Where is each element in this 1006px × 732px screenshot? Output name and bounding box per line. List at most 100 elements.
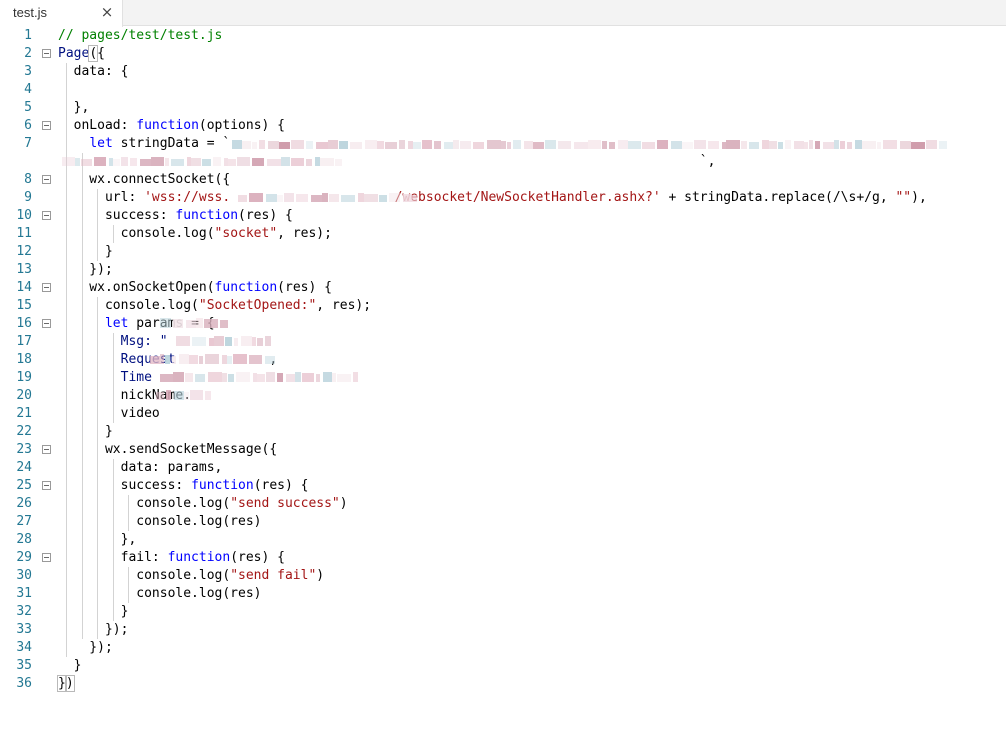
code-line[interactable]: 13 }); [0, 261, 1006, 279]
line-number: 30 [16, 568, 32, 583]
code-line[interactable]: 12 } [0, 243, 1006, 261]
redacted-region [176, 336, 271, 346]
code-text: data: { [58, 63, 129, 81]
code-token: function [136, 118, 199, 133]
fold-toggle-icon[interactable] [42, 553, 51, 562]
code-token: (res) { [253, 478, 309, 493]
code-line[interactable]: 25 success: function(res) { [0, 477, 1006, 495]
tab-title[interactable]: test.js [13, 5, 47, 20]
code-token: wx.connectSocket({ [58, 172, 231, 187]
code-line[interactable]: 36}) [0, 675, 1006, 693]
code-token: "send success" [230, 496, 340, 511]
code-line[interactable]: 20 nickName. [0, 387, 1006, 405]
code-line[interactable]: 6 onLoad: function(options) { [0, 117, 1006, 135]
tab-bar: test.js × [0, 0, 1006, 27]
code-line[interactable]: 8 wx.connectSocket({ [0, 171, 1006, 189]
code-text: wx.connectSocket({ [58, 171, 230, 189]
code-token: "send fail" [230, 568, 317, 583]
line-number: 2 [24, 46, 32, 61]
code-token: ), [911, 190, 927, 205]
code-line[interactable]: 21 video [0, 405, 1006, 423]
line-number: 15 [16, 298, 32, 313]
line-number: 10 [16, 208, 32, 223]
code-line[interactable]: 31 console.log(res) [0, 585, 1006, 603]
fold-toggle-icon[interactable] [42, 211, 51, 220]
indent-guide [113, 225, 114, 243]
code-token: stringData = ` [112, 136, 231, 151]
code-line[interactable]: 4 [0, 81, 1006, 99]
code-line[interactable]: 1 // pages/test/test.js [0, 27, 1006, 45]
redacted-region [150, 354, 275, 364]
code-text: let stringData = ` [58, 135, 230, 153]
line-number: 27 [16, 514, 32, 529]
line-number: 7 [24, 136, 32, 151]
line-number: 32 [16, 604, 32, 619]
fold-toggle-icon[interactable] [42, 283, 51, 292]
redacted-region [232, 140, 947, 149]
fold-toggle-icon[interactable] [42, 49, 51, 58]
close-icon[interactable]: × [100, 3, 114, 21]
code-editor[interactable]: 1// pages/test/test.js 2 Page({3 data: {4 5… [0, 27, 1006, 732]
code-line[interactable]: 28 }, [0, 531, 1006, 549]
code-line[interactable]: 9 url: 'wss://wss. /websocket/NewSocketH… [0, 189, 1006, 207]
code-text: console.log(res) [58, 585, 262, 603]
code-token: console.log( [58, 298, 199, 313]
code-text: console.log("socket", res); [58, 225, 332, 243]
code-line[interactable]: 14 wx.onSocketOpen(function(res) { [0, 279, 1006, 297]
redacted-region [160, 372, 360, 382]
code-line[interactable]: 19 Time [0, 369, 1006, 387]
code-token: console.log( [58, 496, 231, 511]
indent-guide [113, 459, 114, 621]
code-line[interactable]: 24 data: params, [0, 459, 1006, 477]
code-token: console.log(res) [58, 586, 262, 601]
code-text: wx.onSocketOpen(function(res) { [58, 279, 332, 297]
code-token: , res); [277, 226, 332, 241]
code-line[interactable]: 11 console.log("socket", res); [0, 225, 1006, 243]
fold-toggle-icon[interactable] [42, 445, 51, 454]
code-token: ) [339, 496, 348, 511]
code-token: console.log(res) [58, 514, 262, 529]
fold-toggle-icon[interactable] [42, 121, 51, 130]
code-token: let [104, 316, 129, 331]
code-line[interactable]: 26 console.log("send success") [0, 495, 1006, 513]
code-line[interactable]: 22 } [0, 423, 1006, 441]
fold-toggle-icon[interactable] [42, 481, 51, 490]
redacted-region [62, 157, 342, 166]
code-line[interactable]: 33 }); [0, 621, 1006, 639]
fold-toggle-icon[interactable] [42, 175, 51, 184]
code-line[interactable]: 29 fail: function(res) { [0, 549, 1006, 567]
code-text: } [58, 603, 129, 621]
code-token: Page [58, 46, 90, 61]
code-token: ) [64, 675, 75, 692]
line-number: 12 [16, 244, 32, 259]
code-line[interactable]: 27 console.log(res) [0, 513, 1006, 531]
code-token: function [167, 550, 231, 565]
tab-test-js[interactable]: test.js × [0, 0, 123, 27]
code-line[interactable]: 16 let params = { [0, 315, 1006, 333]
code-line[interactable]: 2 Page({ [0, 45, 1006, 63]
code-line[interactable]: 35 } [0, 657, 1006, 675]
code-line[interactable]: 5 }, [0, 99, 1006, 117]
code-text: url: 'wss://wss. /websocket/NewSocketHan… [58, 189, 927, 207]
redacted-region [160, 318, 230, 328]
code-line[interactable]: 32 } [0, 603, 1006, 621]
code-token: (options) { [198, 118, 285, 133]
fold-toggle-icon[interactable] [42, 319, 51, 328]
code-line[interactable]: 23 wx.sendSocketMessage({ [0, 441, 1006, 459]
code-text: wx.sendSocketMessage({ [58, 441, 277, 459]
code-token: { [97, 46, 105, 61]
code-token: wx.sendSocketMessage({ [58, 442, 278, 457]
code-line[interactable]: 34 }); [0, 639, 1006, 657]
code-token: }, [58, 100, 90, 115]
code-line[interactable]: 15 console.log("SocketOpened:", res); [0, 297, 1006, 315]
line-number: 16 [16, 316, 32, 331]
code-line[interactable]: 30 console.log("send fail") [0, 567, 1006, 585]
code-line[interactable]: 3 data: { [0, 63, 1006, 81]
line-number: 4 [24, 82, 32, 97]
code-token: ) [316, 568, 325, 583]
code-line[interactable]: 17 Msg: " [0, 333, 1006, 351]
code-text: Page({ [58, 45, 105, 63]
code-text: // pages/test/test.js [58, 27, 222, 45]
code-token: 'wss://wss. [144, 190, 231, 205]
code-line[interactable]: 10 success: function(res) { [0, 207, 1006, 225]
